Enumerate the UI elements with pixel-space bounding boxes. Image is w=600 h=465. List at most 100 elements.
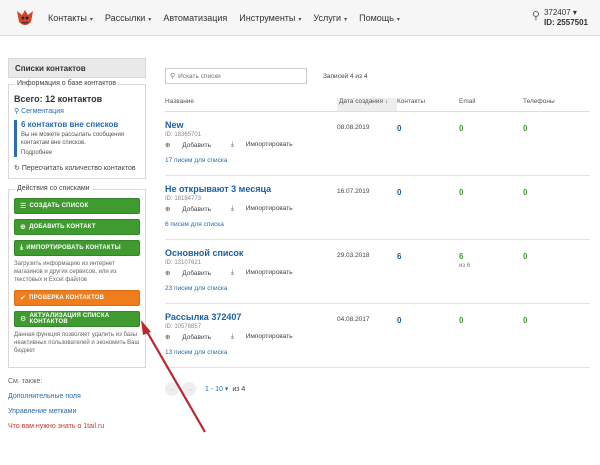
- logo-icon[interactable]: [14, 7, 36, 29]
- add-contacts-link[interactable]: ⊕ Добавить: [165, 141, 221, 149]
- notice-title: 6 контактов вне списков: [21, 120, 119, 129]
- notice-text: Вы не можете рассылать сообщения контакт…: [21, 132, 125, 146]
- import-description: Загрузить информацию из интернет магазин…: [14, 261, 117, 283]
- table-row: Рассылка 372407 ID: 10578857 ⊕ Добавить …: [165, 304, 590, 368]
- nav-automation[interactable]: Автоматизация: [163, 13, 227, 23]
- sidebar-title: Списки контактов: [8, 58, 146, 78]
- nav-services[interactable]: Услуги ▾: [313, 13, 347, 23]
- list-id: ID: 18184773: [165, 196, 202, 202]
- phones-count: 0: [523, 252, 528, 261]
- contacts-count: 0: [397, 316, 402, 325]
- import-contacts-button[interactable]: ⤓ ИМПОРТИРОВАТЬ КОНТАКТЫ: [14, 240, 140, 256]
- chevron-down-icon: ▾: [89, 16, 93, 23]
- import-link[interactable]: ⤓ Импортировать: [231, 333, 303, 341]
- sidebar: Списки контактов Информация о базе конта…: [8, 58, 146, 430]
- info-legend: Информация о базе контактов: [15, 80, 119, 87]
- search-input[interactable]: [178, 72, 299, 80]
- create-list-button[interactable]: ☰ СОЗДАТЬ СПИСОК: [14, 198, 140, 214]
- total-pages: из 4: [232, 385, 246, 393]
- records-count: Записей 4 из 4: [323, 72, 368, 80]
- search-icon: ⚲: [14, 108, 20, 115]
- add-contacts-link[interactable]: ⊕ Добавить: [165, 269, 221, 277]
- table-row: Не открывают 3 месяца ID: 18184773 ⊕ Доб…: [165, 176, 590, 240]
- check-contacts-button[interactable]: ✔ ПРОВЕРКА КОНТАКТОВ: [14, 290, 140, 306]
- sent-count-link[interactable]: 23 писем для списка: [165, 285, 337, 292]
- col-email-header[interactable]: Email: [459, 98, 523, 111]
- email-count: 0: [459, 316, 464, 325]
- email-count: 6 из 6: [459, 252, 471, 269]
- col-date-header[interactable]: Дата создания ↓: [337, 98, 397, 111]
- sent-count-link[interactable]: 17 писем для списка: [165, 157, 337, 164]
- actualize-description: Данная функция позволяет удалить из базы…: [14, 332, 140, 354]
- list-id: ID: 18365701: [165, 132, 202, 138]
- import-link[interactable]: ⤓ Импортировать: [231, 141, 303, 149]
- account-menu[interactable]: ⚲ 372407 ▾ ID: 2557501: [532, 8, 588, 28]
- more-link[interactable]: Подробнее: [21, 149, 140, 157]
- gears-icon: ⚙: [20, 316, 27, 323]
- phones-count: 0: [523, 188, 528, 197]
- arrow-left-icon: ←: [168, 385, 176, 393]
- add-contacts-link[interactable]: ⊕ Добавить: [165, 205, 221, 213]
- actions-legend: Действия со списками: [15, 185, 92, 192]
- contacts-count: 0: [397, 188, 402, 197]
- main-content: ⚲ Записей 4 из 4 Название Дата создания …: [165, 68, 590, 396]
- actualize-list-button[interactable]: ⚙ АКТУАЛИЗАЦИЯ СПИСКА КОНТАКТОВ: [14, 311, 140, 327]
- arrow-right-icon: →: [185, 385, 193, 393]
- col-contacts-header[interactable]: Контакты: [397, 98, 459, 111]
- plus-icon: ⊕: [165, 142, 171, 149]
- page-size-select[interactable]: 1 - 10 ▾: [205, 385, 228, 393]
- add-contact-button[interactable]: ⊕ ДОБАВИТЬ КОНТАКТ: [14, 219, 140, 235]
- prev-page-button[interactable]: ←: [165, 382, 179, 396]
- chevron-down-icon: ▾: [344, 16, 348, 23]
- search-icon: ⚲: [170, 73, 176, 80]
- pagination: ← → 1 - 10 ▾ из 4: [165, 382, 590, 396]
- list-id: ID: 13107621: [165, 260, 202, 266]
- nav-mailings[interactable]: Рассылки ▾: [105, 13, 151, 23]
- table-row: Основной список ID: 13107621 ⊕ Добавить …: [165, 240, 590, 304]
- tags-management-link[interactable]: Управление метками: [8, 408, 146, 415]
- download-icon: ⤓: [20, 244, 24, 251]
- user-icon: ⚲: [531, 10, 540, 22]
- search-lists-field[interactable]: ⚲: [165, 68, 307, 84]
- created-date: 04.08.2017: [337, 316, 370, 323]
- chevron-down-icon: ▾: [572, 8, 577, 17]
- email-count: 0: [459, 188, 464, 197]
- list-name-link[interactable]: Основной список: [165, 248, 337, 258]
- account-id: ID: 2557501: [543, 18, 588, 27]
- add-contacts-link[interactable]: ⊕ Добавить: [165, 333, 221, 341]
- col-phones-header[interactable]: Телефоны: [523, 98, 583, 111]
- additional-fields-link[interactable]: Дополнительные поля: [8, 393, 146, 400]
- chevron-down-icon: ▾: [148, 16, 152, 23]
- list-name-link[interactable]: Не открывают 3 месяца: [165, 184, 337, 194]
- top-navigation: Контакты ▾ Рассылки ▾ Автоматизация Инстру…: [0, 0, 600, 36]
- list-name-link[interactable]: Рассылка 372407: [165, 312, 337, 322]
- phones-count: 0: [523, 316, 528, 325]
- col-name-header[interactable]: Название: [165, 98, 337, 111]
- email-count: 0: [459, 124, 464, 133]
- table-row: New ID: 18365701 ⊕ Добавить ⤓ Импортиров…: [165, 112, 590, 176]
- sent-count-link[interactable]: 6 писем для списка: [165, 221, 337, 228]
- download-icon: ⤓: [231, 205, 234, 212]
- plus-icon: ⊕: [165, 270, 171, 277]
- next-page-button[interactable]: →: [182, 382, 196, 396]
- import-link[interactable]: ⤓ Импортировать: [231, 269, 303, 277]
- table-header: Название Дата создания ↓ Контакты Email …: [165, 98, 590, 112]
- nav-contacts[interactable]: Контакты ▾: [48, 13, 93, 23]
- total-contacts: Всего: 12 контактов: [14, 94, 103, 104]
- contacts-info-box: Информация о базе контактов Всего: 12 ко…: [8, 80, 146, 179]
- chevron-down-icon: ▾: [298, 16, 302, 23]
- recount-link[interactable]: ↻ Пересчитать количество контактов: [14, 164, 140, 172]
- segmentation-link[interactable]: ⚲ Сегментация: [14, 107, 140, 115]
- contacts-count: 0: [397, 124, 402, 133]
- nav-help[interactable]: Помощь ▾: [359, 13, 400, 23]
- list-actions-box: Действия со списками ☰ СОЗДАТЬ СПИСОК ⊕ ДО…: [8, 185, 146, 368]
- import-link[interactable]: ⤓ Импортировать: [231, 205, 303, 213]
- download-icon: ⤓: [231, 141, 234, 148]
- phones-count: 0: [523, 124, 528, 133]
- sent-count-link[interactable]: 13 писем для списка: [165, 349, 337, 356]
- list-icon: ☰: [20, 203, 27, 210]
- nav-tools[interactable]: Инструменты ▾: [239, 13, 301, 23]
- list-name-link[interactable]: New: [165, 120, 337, 130]
- created-date: 29.03.2018: [337, 252, 370, 259]
- need-to-know-link[interactable]: Что вам нужно знать о 1tail.ru: [8, 423, 146, 430]
